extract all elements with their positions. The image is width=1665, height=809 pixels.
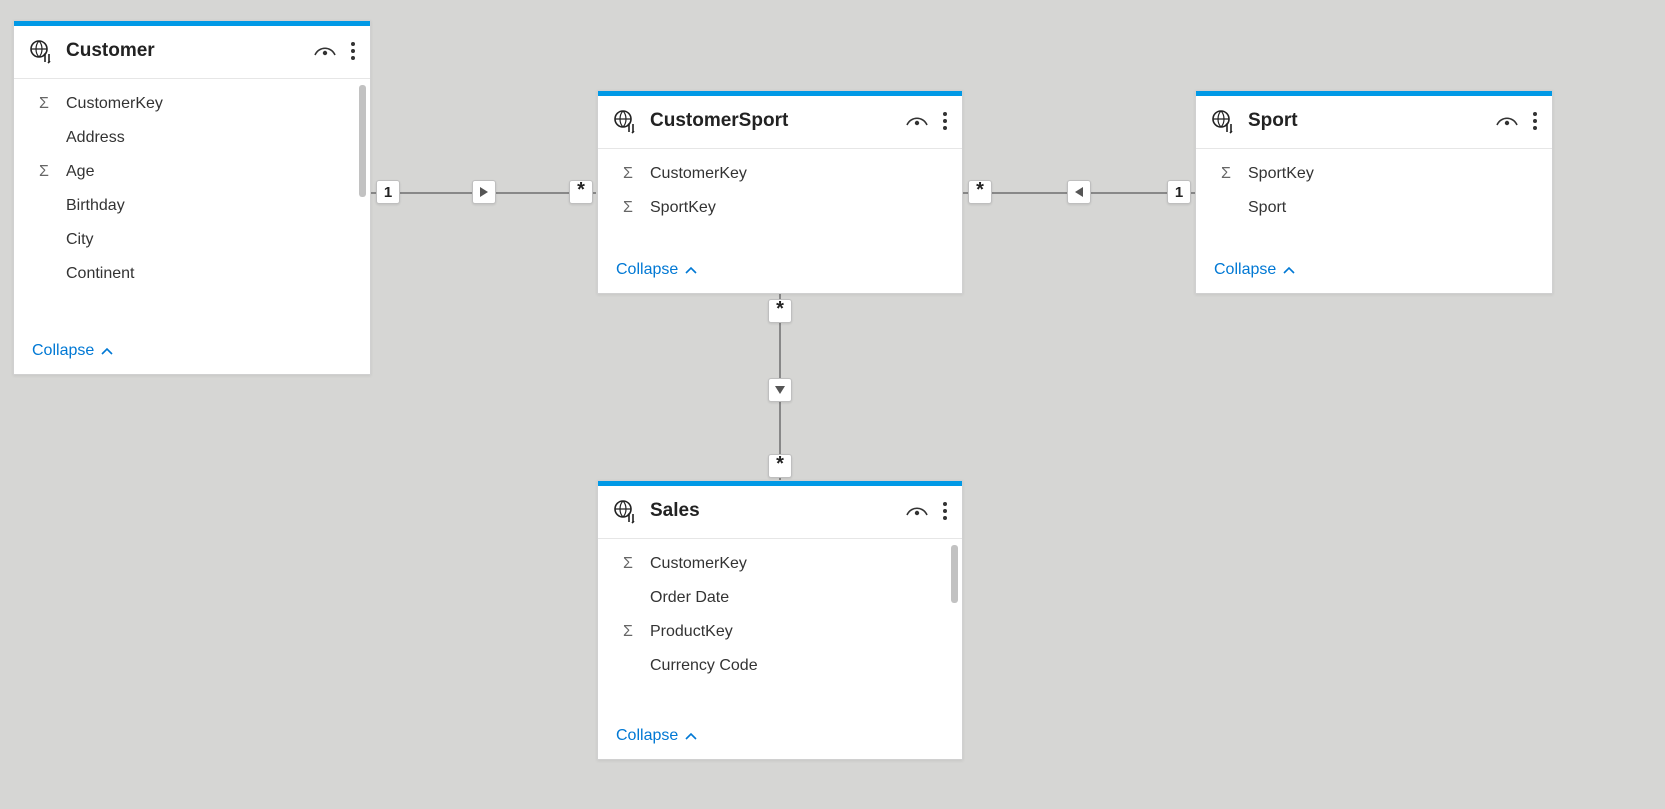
field-row[interactable]: Continent	[14, 257, 370, 291]
cardinality-label: 1	[384, 184, 392, 201]
cardinality-badge: 1	[376, 180, 400, 204]
cardinality-badge: 1	[1167, 180, 1191, 204]
field-label: Order Date	[650, 589, 729, 607]
field-row[interactable]: Σ CustomerKey	[598, 547, 962, 581]
cardinality-badge: *	[768, 299, 792, 323]
visibility-icon[interactable]	[314, 43, 336, 59]
field-label: City	[66, 231, 94, 249]
field-row[interactable]: Currency Code	[598, 649, 962, 683]
field-row[interactable]: Σ CustomerKey	[598, 157, 962, 191]
sigma-icon: Σ	[616, 199, 640, 217]
field-row[interactable]: Σ SportKey	[1196, 157, 1552, 191]
table-title: Sport	[1248, 110, 1496, 132]
field-label: Birthday	[66, 197, 125, 215]
field-row[interactable]: Address	[14, 121, 370, 155]
field-row[interactable]: Σ Age	[14, 155, 370, 189]
field-row[interactable]: Order Date	[598, 581, 962, 615]
filter-direction-icon	[768, 378, 792, 402]
field-row[interactable]: Σ SportKey	[598, 191, 962, 225]
field-list: Σ CustomerKey Σ SportKey	[598, 149, 962, 250]
more-options-icon[interactable]	[1532, 111, 1538, 131]
field-label: SportKey	[650, 199, 716, 217]
chevron-up-icon	[100, 346, 114, 356]
field-label: CustomerKey	[650, 165, 747, 183]
card-header: CustomerSport	[598, 96, 962, 149]
field-label: Continent	[66, 265, 135, 283]
field-row[interactable]: Sport	[1196, 191, 1552, 225]
cardinality-label: *	[976, 179, 984, 202]
field-label: ProductKey	[650, 623, 733, 641]
sigma-icon: Σ	[616, 165, 640, 183]
sigma-icon: Σ	[1214, 165, 1238, 183]
cardinality-badge: *	[569, 180, 593, 204]
visibility-icon[interactable]	[1496, 113, 1518, 129]
field-label: CustomerKey	[66, 95, 163, 113]
field-list: Σ CustomerKey Order Date Σ ProductKey Curr…	[598, 539, 962, 716]
cardinality-label: *	[776, 453, 784, 476]
collapse-label: Collapse	[1214, 261, 1276, 279]
field-row[interactable]: Birthday	[14, 189, 370, 223]
card-header: Customer	[14, 26, 370, 79]
table-icon	[612, 498, 638, 524]
cardinality-label: *	[776, 298, 784, 321]
table-icon	[28, 38, 54, 64]
table-title: Sales	[650, 500, 906, 522]
field-label: Sport	[1248, 199, 1286, 217]
field-list: ΣCustomerKey Address ΣAge Birthday City …	[14, 79, 370, 331]
sigma-icon: Σ	[32, 95, 56, 113]
table-icon	[1210, 108, 1236, 134]
table-icon	[612, 108, 638, 134]
collapse-button[interactable]: Collapse	[598, 716, 962, 759]
field-row[interactable]: Σ ProductKey	[598, 615, 962, 649]
cardinality-label: *	[577, 179, 585, 202]
field-row[interactable]: Σ CustomerKey	[14, 87, 370, 121]
field-label: Currency Code	[650, 657, 758, 675]
chevron-up-icon	[684, 731, 698, 741]
sigma-icon: Σ	[616, 623, 640, 641]
table-card-sport[interactable]: Sport Σ SportKey Sport Collapse	[1195, 90, 1553, 294]
collapse-button[interactable]: Collapse	[14, 331, 370, 374]
cardinality-label: 1	[1175, 184, 1183, 201]
collapse-label: Collapse	[32, 342, 94, 360]
visibility-icon[interactable]	[906, 503, 928, 519]
table-card-customersport[interactable]: CustomerSport Σ CustomerKey Σ SportKey Col…	[597, 90, 963, 294]
collapse-label: Collapse	[616, 727, 678, 745]
chevron-up-icon	[684, 265, 698, 275]
filter-direction-icon	[472, 180, 496, 204]
cardinality-badge: *	[968, 180, 992, 204]
table-card-sales[interactable]: Sales Σ CustomerKey Order Date Σ ProductKe…	[597, 480, 963, 760]
scrollbar-thumb[interactable]	[359, 85, 366, 197]
more-options-icon[interactable]	[350, 41, 356, 61]
cardinality-badge: *	[768, 454, 792, 478]
field-label: CustomerKey	[650, 555, 747, 573]
table-card-customer[interactable]: Customer Σ CustomerKey Address Σ Age Birth…	[13, 20, 371, 375]
visibility-icon[interactable]	[906, 113, 928, 129]
collapse-label: Collapse	[616, 261, 678, 279]
field-label: Address	[66, 129, 125, 147]
table-title: CustomerSport	[650, 110, 906, 132]
scrollbar-thumb[interactable]	[951, 545, 958, 603]
filter-direction-icon	[1067, 180, 1091, 204]
collapse-button[interactable]: Collapse	[598, 250, 962, 293]
field-row[interactable]: City	[14, 223, 370, 257]
more-options-icon[interactable]	[942, 111, 948, 131]
card-header: Sales	[598, 486, 962, 539]
field-label: SportKey	[1248, 165, 1314, 183]
collapse-button[interactable]: Collapse	[1196, 250, 1552, 293]
sigma-icon: Σ	[616, 555, 640, 573]
field-label: Age	[66, 163, 94, 181]
card-header: Sport	[1196, 96, 1552, 149]
table-title: Customer	[66, 40, 314, 62]
sigma-icon: Σ	[32, 163, 56, 181]
chevron-up-icon	[1282, 265, 1296, 275]
field-list: Σ SportKey Sport	[1196, 149, 1552, 250]
more-options-icon[interactable]	[942, 501, 948, 521]
